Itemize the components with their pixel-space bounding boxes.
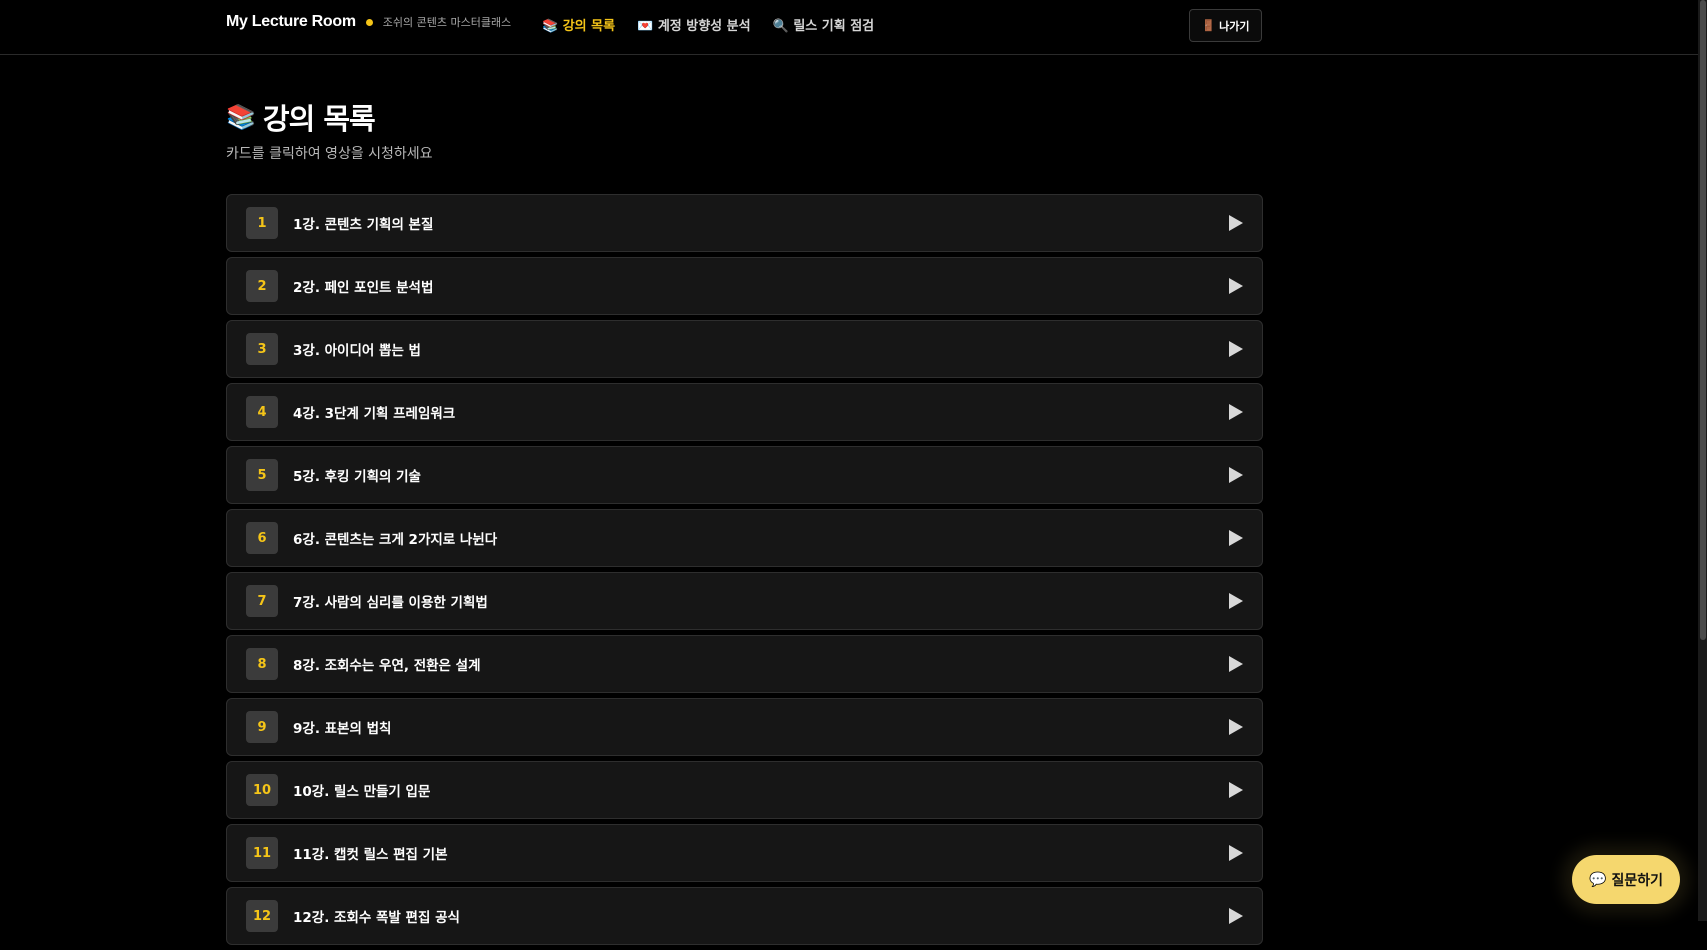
nav-lecture-list[interactable]: 📚 강의 목록 bbox=[542, 15, 615, 34]
exit-button[interactable]: 🚪 나가기 bbox=[1189, 9, 1262, 42]
lecture-title: 12강. 조회수 폭발 편집 공식 bbox=[293, 910, 460, 926]
lecture-title: 2강. 페인 포인트 분석법 bbox=[293, 280, 434, 296]
play-icon bbox=[1229, 278, 1243, 294]
lecture-title: 4강. 3단계 기획 프레임워크 bbox=[293, 406, 456, 422]
play-icon bbox=[1229, 908, 1243, 924]
page-subtitle: 카드를 클릭하여 영상을 시청하세요 bbox=[226, 146, 433, 162]
speech-bubble-icon: 💬 bbox=[1589, 871, 1607, 888]
lecture-number: 9 bbox=[246, 711, 278, 743]
door-icon: 🚪 bbox=[1201, 19, 1216, 32]
lecture-card[interactable]: 1 1강. 콘텐츠 기획의 본질 bbox=[226, 194, 1263, 252]
lecture-card[interactable]: 3 3강. 아이디어 뽑는 법 bbox=[226, 320, 1263, 378]
lecture-number: 5 bbox=[246, 459, 278, 491]
lecture-number: 10 bbox=[246, 774, 278, 806]
lecture-number: 11 bbox=[246, 837, 278, 869]
nav-reels-check[interactable]: 🔍 릴스 기획 점검 bbox=[773, 15, 875, 34]
lecture-title: 10강. 릴스 만들기 입문 bbox=[293, 784, 431, 800]
brand-subtitle: 조쉬의 콘텐츠 마스터클래스 bbox=[382, 16, 512, 29]
play-icon bbox=[1229, 656, 1243, 672]
lecture-number: 6 bbox=[246, 522, 278, 554]
brand[interactable]: My Lecture Room 조쉬의 콘텐츠 마스터클래스 bbox=[226, 13, 511, 31]
play-icon bbox=[1229, 467, 1243, 483]
nav-label: 강의 목록 bbox=[562, 19, 616, 34]
lecture-card[interactable]: 6 6강. 콘텐츠는 크게 2가지로 나뉜다 bbox=[226, 509, 1263, 567]
lecture-title: 1강. 콘텐츠 기획의 본질 bbox=[293, 217, 434, 233]
play-icon bbox=[1229, 215, 1243, 231]
books-icon: 📚 bbox=[542, 19, 559, 34]
ask-question-button[interactable]: 💬 질문하기 bbox=[1572, 855, 1680, 904]
nav-label: 릴스 기획 점검 bbox=[793, 19, 875, 34]
main-nav: 📚 강의 목록 💌 계정 방향성 분석 🔍 릴스 기획 점검 bbox=[542, 15, 874, 34]
play-icon bbox=[1229, 782, 1243, 798]
lecture-card[interactable]: 4 4강. 3단계 기획 프레임워크 bbox=[226, 383, 1263, 441]
brand-name[interactable]: My Lecture Room bbox=[226, 13, 356, 31]
lecture-title: 11강. 캡컷 릴스 편집 기본 bbox=[293, 847, 448, 863]
books-icon: 📚 bbox=[226, 103, 256, 131]
top-navigation-bar: My Lecture Room 조쉬의 콘텐츠 마스터클래스 📚 강의 목록 💌… bbox=[0, 0, 1707, 55]
nav-account-analysis[interactable]: 💌 계정 방향성 분석 bbox=[637, 15, 751, 34]
lecture-number: 3 bbox=[246, 333, 278, 365]
page-scrollbar[interactable] bbox=[1698, 0, 1707, 921]
lecture-title: 7강. 사람의 심리를 이용한 기획법 bbox=[293, 595, 488, 611]
lecture-card[interactable]: 2 2강. 페인 포인트 분석법 bbox=[226, 257, 1263, 315]
lecture-card[interactable]: 11 11강. 캡컷 릴스 편집 기본 bbox=[226, 824, 1263, 882]
lecture-title: 5강. 후킹 기획의 기술 bbox=[293, 469, 421, 485]
lecture-card[interactable]: 9 9강. 표본의 법칙 bbox=[226, 698, 1263, 756]
page-title: 📚 강의 목록 bbox=[226, 96, 376, 138]
lecture-title: 8강. 조회수는 우연, 전환은 설계 bbox=[293, 658, 481, 674]
lecture-number: 12 bbox=[246, 900, 278, 932]
lecture-number: 4 bbox=[246, 396, 278, 428]
play-icon bbox=[1229, 845, 1243, 861]
play-icon bbox=[1229, 593, 1243, 609]
lecture-card[interactable]: 8 8강. 조회수는 우연, 전환은 설계 bbox=[226, 635, 1263, 693]
play-icon bbox=[1229, 719, 1243, 735]
lecture-card[interactable]: 7 7강. 사람의 심리를 이용한 기획법 bbox=[226, 572, 1263, 630]
brand-dot-icon bbox=[365, 18, 373, 26]
love-letter-icon: 💌 bbox=[637, 19, 654, 34]
magnifier-icon: 🔍 bbox=[772, 19, 789, 34]
lecture-number: 8 bbox=[246, 648, 278, 680]
lecture-title: 3강. 아이디어 뽑는 법 bbox=[293, 343, 421, 359]
lecture-card[interactable]: 12 12강. 조회수 폭발 편집 공식 bbox=[226, 887, 1263, 945]
play-icon bbox=[1229, 404, 1243, 420]
lecture-card[interactable]: 10 10강. 릴스 만들기 입문 bbox=[226, 761, 1263, 819]
nav-label: 계정 방향성 분석 bbox=[657, 19, 751, 34]
play-icon bbox=[1229, 530, 1243, 546]
lecture-number: 1 bbox=[246, 207, 278, 239]
ask-label: 질문하기 bbox=[1611, 872, 1663, 889]
exit-label: 나가기 bbox=[1219, 19, 1250, 33]
lecture-title: 6강. 콘텐츠는 크게 2가지로 나뉜다 bbox=[293, 532, 498, 548]
play-icon bbox=[1229, 341, 1243, 357]
lecture-title: 9강. 표본의 법칙 bbox=[293, 721, 392, 737]
lecture-number: 7 bbox=[246, 585, 278, 617]
lecture-card[interactable]: 5 5강. 후킹 기획의 기술 bbox=[226, 446, 1263, 504]
page-title-text: 강의 목록 bbox=[262, 102, 376, 136]
lecture-number: 2 bbox=[246, 270, 278, 302]
scrollbar-thumb[interactable] bbox=[1700, 0, 1706, 640]
lecture-list: 1 1강. 콘텐츠 기획의 본질 2 2강. 페인 포인트 분석법 3 3강. … bbox=[226, 194, 1263, 950]
